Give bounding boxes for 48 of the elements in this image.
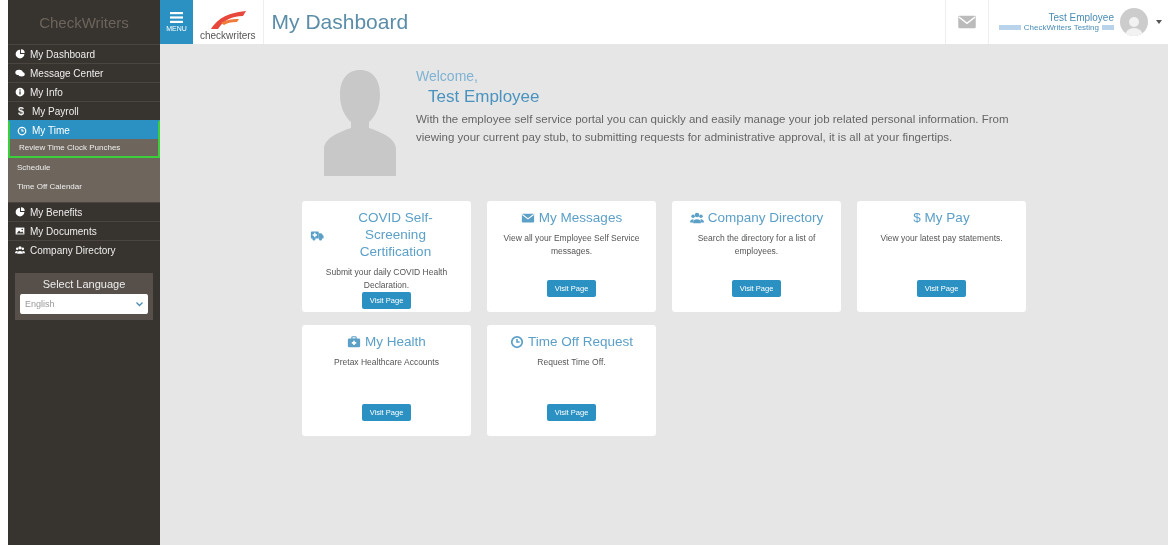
caret-icon[interactable] — [1156, 20, 1162, 24]
sidebar-item[interactable]: My Documents — [8, 221, 160, 240]
card-title: My Messages — [538, 209, 623, 226]
card-description: Pretax Healthcare Accounts — [334, 356, 439, 369]
chevron-down-icon — [136, 301, 143, 307]
card-title: COVID Self-Screening Certification — [357, 209, 434, 260]
redaction-mark — [1102, 25, 1114, 30]
pie-chart-icon — [15, 207, 25, 217]
clock-icon — [509, 334, 524, 349]
card-description: View all your Employee Self Service messages. — [502, 232, 641, 258]
sidebar-item[interactable]: My Time — [8, 120, 160, 139]
sidebar-item[interactable]: Company Directory — [8, 240, 160, 259]
sidebar-subitem[interactable]: Time Off Calendar — [8, 177, 160, 196]
card-title: Company Directory — [707, 209, 824, 226]
menu-icon — [170, 12, 183, 23]
sidebar-subitem[interactable]: Schedule — [8, 158, 160, 177]
card-description: Submit your daily COVID Health Declaration. — [324, 266, 449, 292]
card-title: Time Off Request — [527, 333, 633, 350]
welcome-greeting: Welcome, — [416, 68, 479, 84]
clock-icon — [17, 125, 27, 136]
card-description: View your latest pay statements. — [880, 232, 1003, 245]
chat-icon — [15, 68, 25, 78]
user-name[interactable]: Test Employee — [1048, 12, 1114, 23]
image-icon — [15, 226, 25, 236]
card-description: Search the directory for a list of employees. — [696, 232, 817, 258]
card-description: Request Time Off. — [537, 356, 606, 369]
users-icon — [15, 245, 25, 255]
sidebar-item[interactable]: Message Center — [8, 63, 160, 82]
logo-swoosh-icon — [208, 10, 247, 30]
page-title: My Dashboard — [271, 10, 410, 34]
welcome-name: Test Employee — [428, 87, 541, 107]
sidebar-item[interactable]: My Dashboard — [8, 44, 160, 63]
pie-chart-icon — [15, 49, 25, 59]
card-title: My Health — [365, 333, 426, 350]
medical-kit-icon — [347, 334, 362, 349]
users-icon — [689, 210, 704, 225]
company-name: CheckWriters Testing — [1023, 23, 1099, 32]
card-title: $ My Pay — [913, 209, 970, 226]
logo-text: checkwriters — [200, 30, 256, 41]
welcome-text: With the employee self service portal you can quickly and easily manage your job related personal information. From viewing your current pay stub, to submitting requests for administrative approval, it is all at your fingertips. — [416, 112, 1010, 145]
sidebar-item[interactable]: My Info — [8, 82, 160, 101]
redaction-mark — [998, 25, 1021, 30]
sidebar-subitem[interactable]: Review Time Clock Punches — [8, 139, 160, 158]
language-select[interactable]: English — [20, 294, 148, 314]
info-icon — [15, 87, 25, 97]
sidebar-item[interactable]: My Benefits — [8, 202, 160, 221]
language-label: Select Language — [42, 278, 126, 290]
dollar-icon: $ — [15, 105, 27, 117]
